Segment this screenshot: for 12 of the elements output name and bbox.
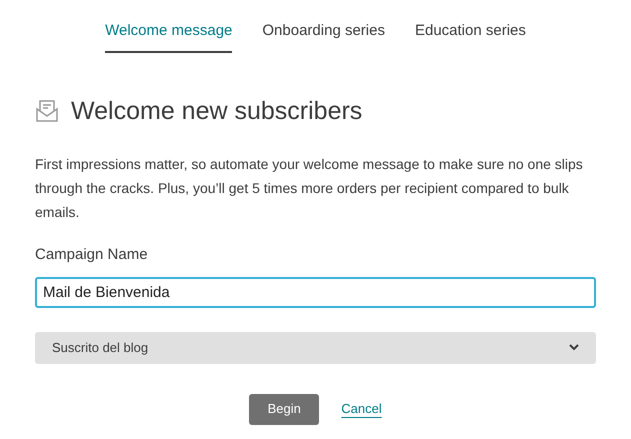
description-text: First impressions matter, so automate your welcome message to make sure no one slips through the cracks. Plus, you’ll get 5 times more orders per recipient compared to bulk emails. — [35, 155, 584, 222]
tab[interactable]: Onboarding series — [262, 20, 385, 52]
campaign-name-field[interactable]: Mail de Bienvenida — [35, 276, 596, 308]
cancel-link[interactable]: Cancel — [341, 399, 382, 419]
tab[interactable]: Education series — [414, 20, 526, 52]
tab[interactable]: Welcome message — [105, 20, 232, 52]
page-title: Welcome new subscribers — [71, 96, 362, 126]
begin-button[interactable]: Begin — [249, 394, 320, 424]
chevron-down-icon — [569, 344, 579, 351]
envelope-icon — [35, 99, 59, 124]
field-label: Campaign Name — [35, 245, 149, 265]
list-dropdown[interactable]: Suscrito del blog — [35, 332, 596, 364]
